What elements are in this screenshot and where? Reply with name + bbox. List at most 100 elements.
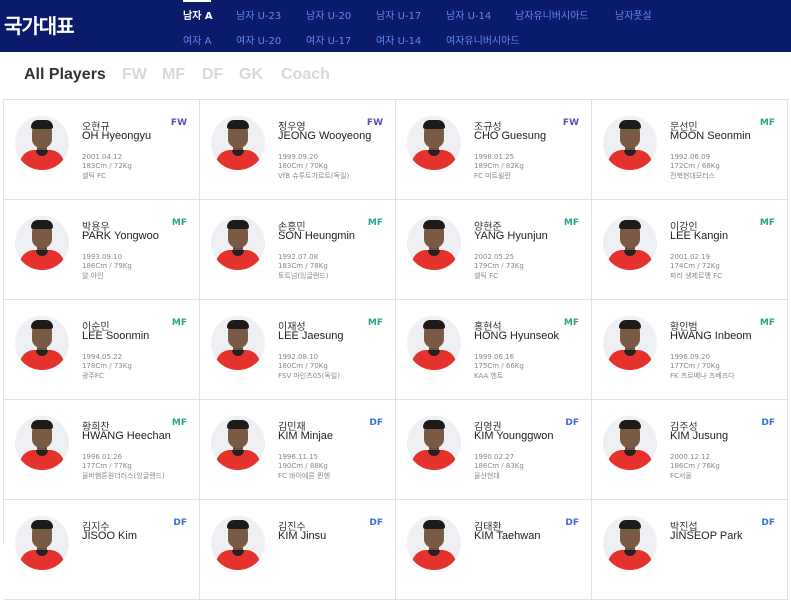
filter-tab-coach[interactable]: Coach [281,66,330,84]
player-photo-hair [227,220,249,229]
player-birthdate: 1998.01.25 [474,153,515,161]
player-card[interactable]: 김주성 KIM Jusung DF 2000.12.12 186Cm / 76Kg FC서… [592,400,788,500]
player-birthdate: 2000.12.12 [670,453,711,461]
player-birthdate: 1999.09.20 [278,153,319,161]
player-photo [407,216,461,270]
player-photo [15,516,69,570]
player-height-weight: 189Cm / 82Kg [474,162,524,170]
top-navigation-bar: 국가대표 남자 A 남자 U-23 남자 U-20 남자 U-17 남자 U-14 남자유… [0,0,791,52]
player-english-name: PARK Yongwoo [82,230,159,242]
player-photo-hair [619,520,641,529]
player-card[interactable]: 김진수 KIM Jinsu DF [200,500,396,600]
filter-tab-gk[interactable]: GK [239,66,263,84]
player-club: 셀틱 FC [474,272,499,280]
player-photo-hair [227,120,249,129]
nav-tab-nav_row2-2[interactable]: 여자 U-17 [306,32,351,47]
player-card[interactable]: 조규성 CHO Guesung FW 1998.01.25 189Cm / 82Kg FC… [396,100,592,200]
nav-tab-nav_row1-5[interactable]: 남자유니버시아드 [515,7,589,22]
nav-tab-nav_row1-1[interactable]: 남자 U-23 [236,7,281,22]
player-card[interactable]: 박진섭 JINSEOP Park DF [592,500,788,600]
player-club: FC 미트윌란 [474,172,511,180]
player-english-name: YANG Hyunjun [474,230,548,242]
filter-tab-fw[interactable]: FW [122,66,147,84]
player-photo [603,416,657,470]
filter-tab-df[interactable]: DF [202,66,223,84]
player-photo [15,316,69,370]
player-photo-hair [619,420,641,429]
nav-tab-nav_row1-2[interactable]: 남자 U-20 [306,7,351,22]
player-english-name: OH Hyeongyu [82,130,152,142]
player-photo [603,516,657,570]
player-card[interactable]: 오현규 OH Hyeongyu FW 2001.04.12 183Cm / 72Kg 셀틱… [4,100,200,200]
player-club: VfB 슈투트가르트(독일) [278,172,350,180]
player-english-name: JINSEOP Park [670,530,743,542]
player-card[interactable]: 손흥민 SON Heungmin MF 1992.07.08 183Cm / 78Kg 토… [200,200,396,300]
nav-tab-nav_row2-0[interactable]: 여자 A [183,32,211,47]
nav-tab-nav_row1-0[interactable]: 남자 A [183,7,213,22]
player-card[interactable]: 황인범 HWANG Inbeom MF 1996.09.20 177Cm / 70Kg F… [592,300,788,400]
player-card[interactable]: 이강인 LEE Kangin MF 2001.02.19 174Cm / 72Kg 파리 … [592,200,788,300]
player-birthdate: 1992.08.10 [278,353,319,361]
player-card[interactable]: 홍현석 HONG Hyunseok MF 1999.06.16 175Cm / 66Kg… [396,300,592,400]
player-height-weight: 178Cm / 73Kg [82,362,132,370]
player-photo-hair [227,420,249,429]
position-badge: MF [759,318,775,328]
player-height-weight: 180Cm / 70Kg [278,362,328,370]
player-photo [211,316,265,370]
player-english-name: HWANG Heechan [82,430,171,442]
player-birthdate: 1994.05.22 [82,353,123,361]
nav-tab-nav_row2-4[interactable]: 여자유니버시아드 [446,32,520,47]
player-card[interactable]: 김태환 KIM Taehwan DF [396,500,592,600]
filter-tab-mf[interactable]: MF [162,66,185,84]
player-english-name: LEE Jaesung [278,330,344,342]
nav-tab-nav_row1-3[interactable]: 남자 U-17 [376,7,421,22]
player-club: 울산현대 [474,472,500,480]
player-english-name: CHO Guesung [474,130,547,142]
player-photo [407,516,461,570]
player-card[interactable]: 황희찬 HWANG Heechan MF 1996.01.26 177Cm / 77Kg… [4,400,200,500]
player-photo-hair [423,520,445,529]
player-birthdate: 1996.01.26 [82,453,123,461]
player-card[interactable]: 박용우 PARK Yongwoo MF 1993.09.10 186Cm / 79Kg 알… [4,200,200,300]
player-photo-hair [31,220,53,229]
player-birthdate: 2001.02.19 [670,253,711,261]
player-english-name: JISOO Kim [82,530,138,542]
player-card[interactable]: 정우영 JEONG Wooyeong FW 1999.09.20 180Cm / 70K… [200,100,396,200]
position-badge: MF [171,418,187,428]
player-photo-hair [227,520,249,529]
player-photo [603,316,657,370]
player-club: FK 츠르베나 즈베즈다 [670,372,735,380]
player-card[interactable]: 문선민 MOON Seonmin MF 1992.06.09 172Cm / 68Kg 전… [592,100,788,200]
player-card[interactable]: 김영권 KIM Younggwon DF 1990.02.27 186Cm / 83Kg… [396,400,592,500]
player-card[interactable]: 김민재 KIM Minjae DF 1996.11.15 190Cm / 88Kg FC … [200,400,396,500]
active-tab-indicator [183,0,211,2]
filter-tab-all-players[interactable]: All Players [24,66,106,84]
position-badge: DF [565,518,579,528]
player-club: KAA 헨트 [474,372,504,380]
nav-tab-nav_row1-4[interactable]: 남자 U-14 [446,7,491,22]
player-card[interactable]: 김지수 JISOO Kim DF [4,500,200,600]
player-photo [15,216,69,270]
player-photo [211,116,265,170]
player-card[interactable]: 이순민 LEE Soonmin MF 1994.05.22 178Cm / 73Kg 광주… [4,300,200,400]
player-english-name: KIM Jinsu [278,530,327,542]
nav-tab-nav_row1-6[interactable]: 남자풋살 [615,7,652,22]
nav-tab-nav_row2-3[interactable]: 여자 U-14 [376,32,421,47]
player-card[interactable]: 양현준 YANG Hyunjun MF 2002.05.25 179Cm / 73Kg 셀… [396,200,592,300]
player-height-weight: 190Cm / 88Kg [278,462,328,470]
position-badge: FW [366,118,383,128]
player-grid: 오현규 OH Hyeongyu FW 2001.04.12 183Cm / 72Kg 셀틱… [3,99,789,600]
player-height-weight: 186Cm / 83Kg [474,462,524,470]
player-club: FC서울 [670,472,692,480]
player-photo-hair [619,320,641,329]
player-photo-hair [423,120,445,129]
nav-tab-nav_row2-1[interactable]: 여자 U-20 [236,32,281,47]
brand-title[interactable]: 국가대표 [4,10,75,39]
player-club: 토트넘(잉글랜드) [278,272,329,280]
player-club: 울버햄튼원더러스(잉글랜드) [82,472,165,480]
player-height-weight: 183Cm / 78Kg [278,262,328,270]
player-card[interactable]: 이재성 LEE Jaesung MF 1992.08.10 180Cm / 70Kg FS… [200,300,396,400]
player-birthdate: 1996.11.15 [278,453,319,461]
player-photo-hair [423,420,445,429]
player-photo [603,116,657,170]
